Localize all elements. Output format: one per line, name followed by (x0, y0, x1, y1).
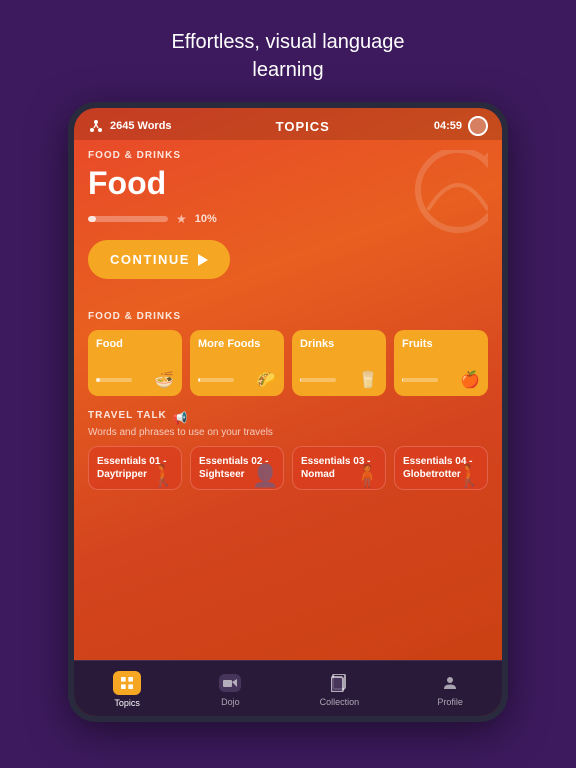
nav-dojo-label: Dojo (221, 697, 240, 707)
star-icon: ★ (176, 212, 187, 226)
hero-progress-bar (88, 216, 168, 222)
drinks-icon: 🥛 (358, 370, 378, 390)
nav-item-collection[interactable]: Collection (310, 670, 370, 709)
timer-display: 04:59 (434, 120, 462, 132)
travel-talk-section: TRAVEL TALK 📢 Words and phrases to use o… (88, 410, 488, 490)
travel-card-4[interactable]: Essentials 04 - Globetrotter 🚶 (394, 446, 488, 490)
travel-icon: 📢 (173, 411, 188, 425)
travel-card-3[interactable]: Essentials 03 - Nomad 🧍 (292, 446, 386, 490)
travel-cards-row: Essentials 01 - Daytripper 🚶 Essentials … (88, 446, 488, 490)
status-bar: 2645 Words TOPICS 04:59 (74, 108, 502, 140)
figure-3-icon: 🧍 (354, 463, 381, 489)
screen-title: TOPICS (276, 119, 330, 134)
nav-topics-label: Topics (114, 698, 140, 708)
nav-item-dojo[interactable]: Dojo (209, 670, 251, 709)
food-icon: 🍜 (154, 370, 174, 390)
nav-profile-label: Profile (437, 697, 463, 707)
travel-card-1[interactable]: Essentials 01 - Daytripper 🚶 (88, 446, 182, 490)
hero-decoration-icon (368, 150, 488, 260)
hero-section: FOOD & DRINKS Food ★ 10% CONTINUE (88, 150, 488, 297)
play-arrow-icon (198, 254, 208, 266)
food-drinks-section: FOOD & DRINKS Food 🍜 More Foods (88, 311, 488, 396)
nav-collection-label: Collection (320, 697, 360, 707)
card-drinks[interactable]: Drinks 🥛 (292, 330, 386, 396)
food-section-label: FOOD & DRINKS (88, 311, 488, 322)
more-foods-icon: 🌮 (256, 370, 276, 390)
card-drinks-progress (300, 378, 336, 382)
card-food[interactable]: Food 🍜 (88, 330, 182, 396)
page-headline: Effortless, visual language learning (131, 0, 444, 102)
app-logo-icon (88, 118, 104, 134)
collection-icon (331, 674, 347, 692)
continue-button[interactable]: CONTINUE (88, 240, 230, 279)
main-content: FOOD & DRINKS Food ★ 10% CONTINUE FOOD &… (74, 140, 502, 660)
nav-item-topics[interactable]: Topics (103, 669, 151, 710)
figure-2-icon: 👤 (252, 463, 279, 489)
card-fruits-progress (402, 378, 438, 382)
nav-item-profile[interactable]: Profile (427, 670, 473, 709)
progress-percentage: 10% (195, 213, 217, 225)
topics-icon (119, 675, 135, 691)
figure-1-icon: 🚶 (150, 463, 177, 489)
figure-4-icon: 🚶 (456, 463, 483, 489)
dojo-icon (219, 674, 241, 692)
travel-card-2[interactable]: Essentials 02 - Sightseer 👤 (190, 446, 284, 490)
device-frame: 2645 Words TOPICS 04:59 FOOD & DRI (68, 102, 508, 722)
bottom-nav: Topics Dojo (74, 660, 502, 716)
card-food-progress (96, 378, 132, 382)
card-fruits[interactable]: Fruits 🍎 (394, 330, 488, 396)
travel-subtitle: Words and phrases to use on your travels (88, 427, 488, 438)
fruits-icon: 🍎 (460, 370, 480, 390)
card-morefoods-progress (198, 378, 234, 382)
timer-circle-icon (468, 116, 488, 136)
card-more-foods[interactable]: More Foods 🌮 (190, 330, 284, 396)
travel-section-label: TRAVEL TALK (88, 410, 167, 421)
food-cards-row: Food 🍜 More Foods (88, 330, 488, 396)
word-count: 2645 Words (110, 120, 172, 132)
profile-icon (441, 674, 459, 692)
